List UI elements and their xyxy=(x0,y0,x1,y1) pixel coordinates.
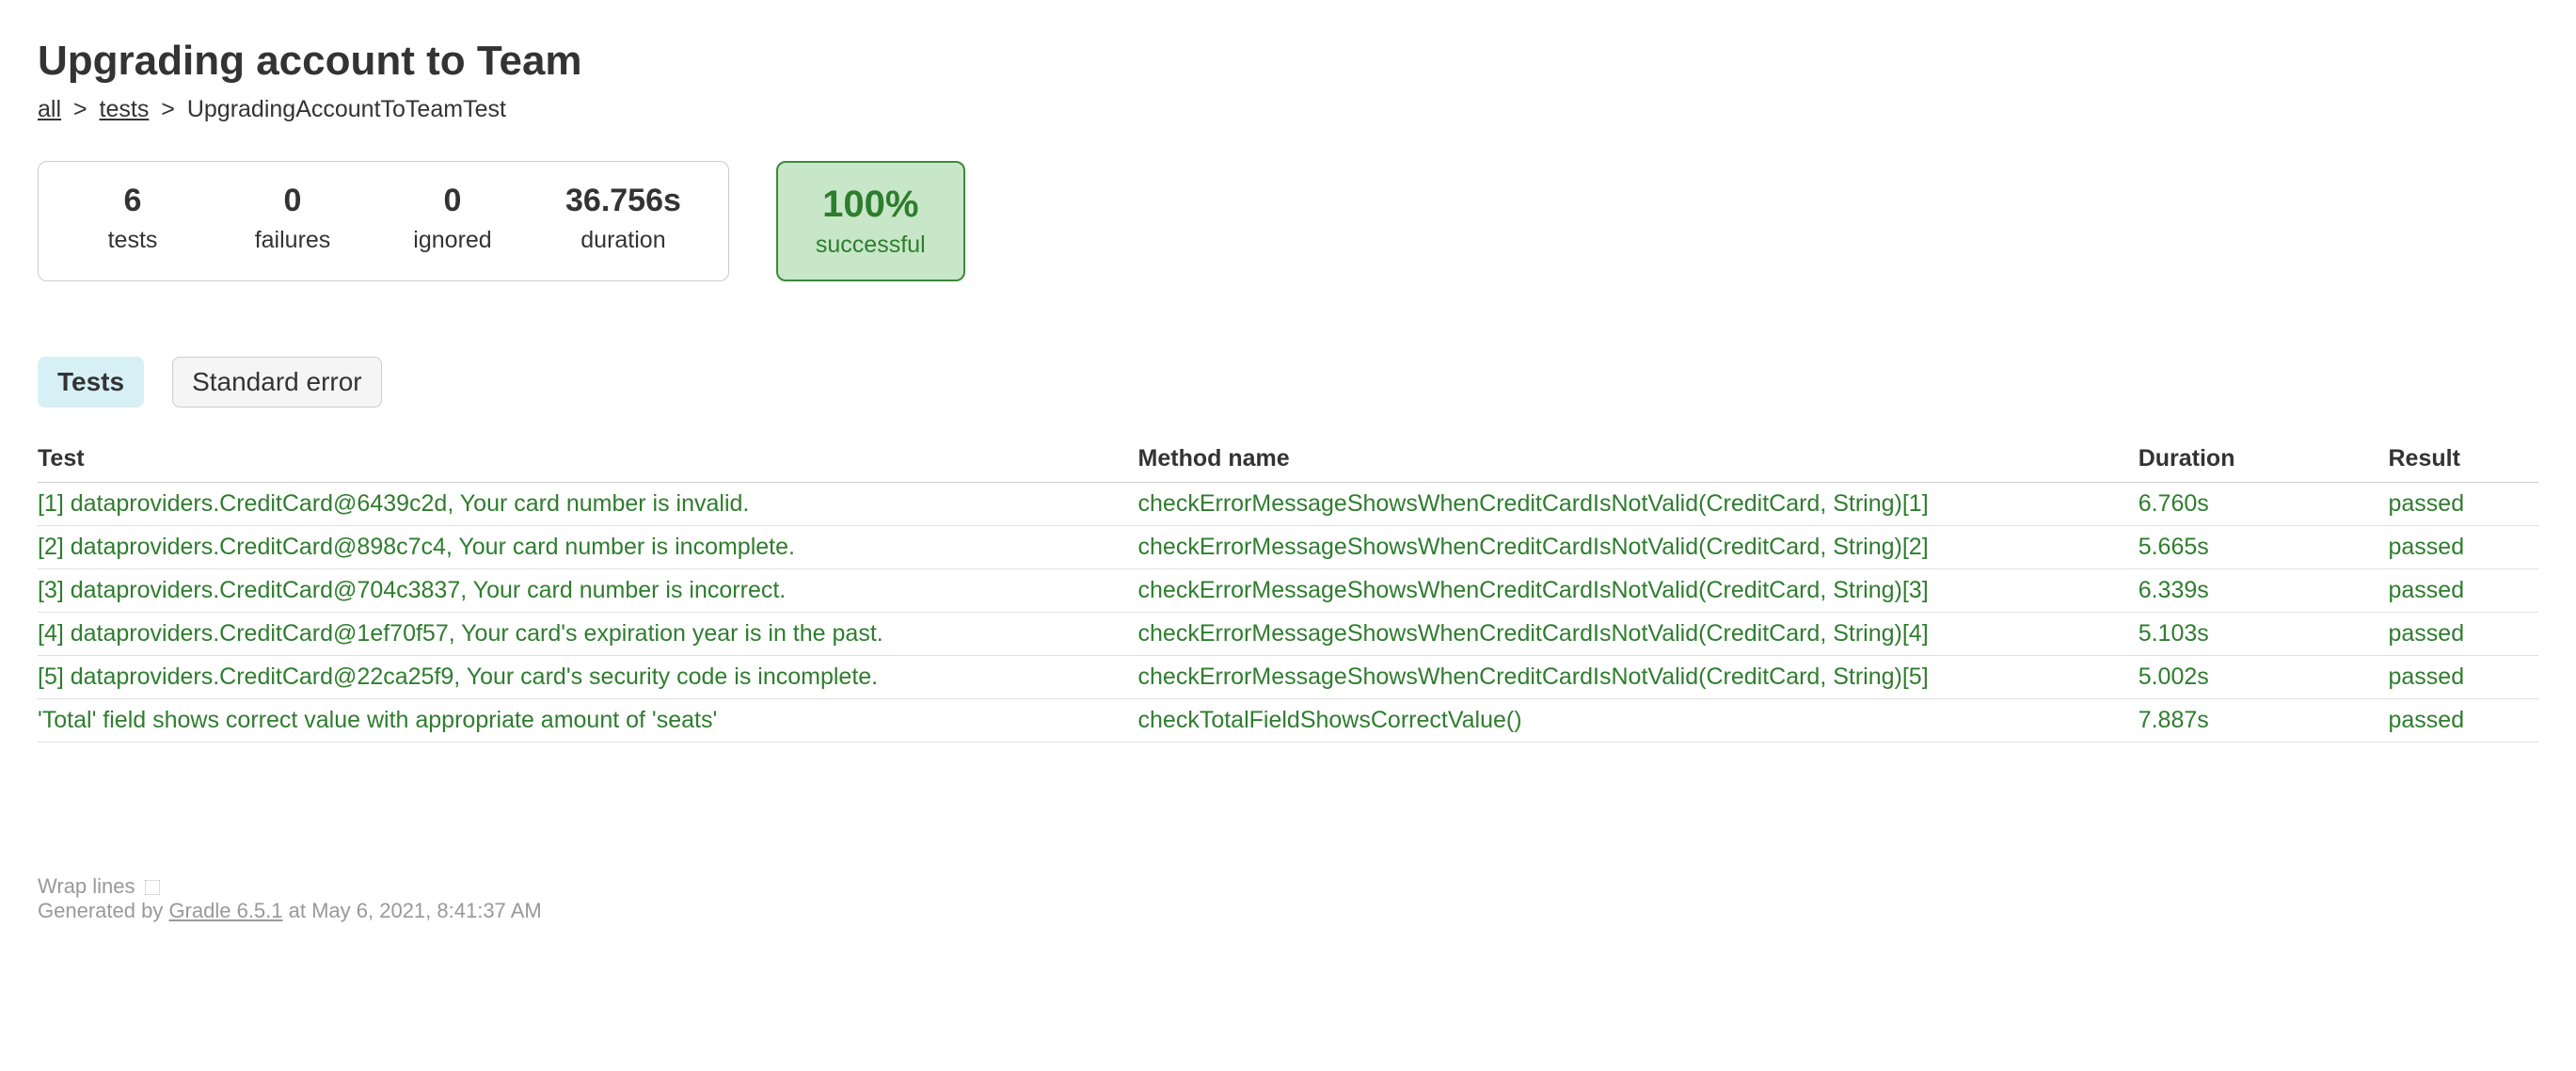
stat-ignored: 0 ignored xyxy=(405,183,500,260)
stat-duration-label: duration xyxy=(565,227,681,254)
table-row: 'Total' field shows correct value with a… xyxy=(38,699,2538,743)
stat-failures: 0 failures xyxy=(246,183,340,260)
stat-tests-label: tests xyxy=(86,227,180,254)
success-box: 100% successful xyxy=(776,161,965,281)
success-label: successful xyxy=(816,232,926,259)
table-row: [4] dataproviders.CreditCard@1ef70f57, Y… xyxy=(38,613,2538,656)
test-duration: 5.665s xyxy=(2139,526,2389,569)
stat-duration: 36.756s duration xyxy=(565,183,681,260)
gradle-link[interactable]: Gradle 6.5.1 xyxy=(168,899,282,922)
footer: Wrap lines Generated by Gradle 6.5.1 at … xyxy=(38,874,2538,923)
test-duration: 6.760s xyxy=(2139,483,2389,526)
test-result: passed xyxy=(2389,699,2539,743)
test-result: passed xyxy=(2389,526,2539,569)
page-title: Upgrading account to Team xyxy=(38,38,2538,85)
method-name[interactable]: checkTotalFieldShowsCorrectValue() xyxy=(1138,699,2139,743)
success-percent: 100% xyxy=(816,184,926,226)
tab-standard-error[interactable]: Standard error xyxy=(172,357,382,408)
table-header-result: Result xyxy=(2389,436,2539,483)
breadcrumb: all > tests > UpgradingAccountToTeamTest xyxy=(38,96,2538,123)
test-name[interactable]: 'Total' field shows correct value with a… xyxy=(38,699,1138,743)
test-name[interactable]: [1] dataproviders.CreditCard@6439c2d, Yo… xyxy=(38,483,1138,526)
method-name[interactable]: checkErrorMessageShowsWhenCreditCardIsNo… xyxy=(1138,613,2139,656)
test-duration: 5.002s xyxy=(2139,656,2389,699)
stat-tests: 6 tests xyxy=(86,183,180,260)
test-name[interactable]: [2] dataproviders.CreditCard@898c7c4, Yo… xyxy=(38,526,1138,569)
stat-ignored-value: 0 xyxy=(405,183,500,219)
breadcrumb-separator: > xyxy=(161,96,175,122)
stat-failures-value: 0 xyxy=(246,183,340,219)
test-duration: 7.887s xyxy=(2139,699,2389,743)
method-name[interactable]: checkErrorMessageShowsWhenCreditCardIsNo… xyxy=(1138,656,2139,699)
test-result: passed xyxy=(2389,569,2539,613)
tab-tests[interactable]: Tests xyxy=(38,357,144,408)
stats-box: 6 tests 0 failures 0 ignored 36.756s dur… xyxy=(38,161,729,281)
table-header-method: Method name xyxy=(1138,436,2139,483)
test-duration: 5.103s xyxy=(2139,613,2389,656)
table-header-test: Test xyxy=(38,436,1138,483)
breadcrumb-separator: > xyxy=(73,96,87,122)
test-result: passed xyxy=(2389,483,2539,526)
table-header-duration: Duration xyxy=(2139,436,2389,483)
method-name[interactable]: checkErrorMessageShowsWhenCreditCardIsNo… xyxy=(1138,569,2139,613)
stat-tests-value: 6 xyxy=(86,183,180,219)
table-row: [3] dataproviders.CreditCard@704c3837, Y… xyxy=(38,569,2538,613)
test-name[interactable]: [4] dataproviders.CreditCard@1ef70f57, Y… xyxy=(38,613,1138,656)
wrap-lines-checkbox[interactable] xyxy=(145,880,160,895)
tabs: Tests Standard error xyxy=(38,357,2538,408)
breadcrumb-current: UpgradingAccountToTeamTest xyxy=(187,96,506,122)
summary-row: 6 tests 0 failures 0 ignored 36.756s dur… xyxy=(38,161,2538,281)
method-name[interactable]: checkErrorMessageShowsWhenCreditCardIsNo… xyxy=(1138,526,2139,569)
test-result: passed xyxy=(2389,613,2539,656)
tests-table: Test Method name Duration Result [1] dat… xyxy=(38,436,2538,743)
generated-suffix: at May 6, 2021, 8:41:37 AM xyxy=(283,899,542,922)
test-result: passed xyxy=(2389,656,2539,699)
test-name[interactable]: [3] dataproviders.CreditCard@704c3837, Y… xyxy=(38,569,1138,613)
stat-ignored-label: ignored xyxy=(405,227,500,254)
generated-prefix: Generated by xyxy=(38,899,168,922)
stat-failures-label: failures xyxy=(246,227,340,254)
breadcrumb-tests[interactable]: tests xyxy=(100,96,150,122)
test-duration: 6.339s xyxy=(2139,569,2389,613)
wrap-lines-label: Wrap lines xyxy=(38,874,135,898)
wrap-lines-control: Wrap lines xyxy=(38,874,2538,899)
test-name[interactable]: [5] dataproviders.CreditCard@22ca25f9, Y… xyxy=(38,656,1138,699)
generated-by: Generated by Gradle 6.5.1 at May 6, 2021… xyxy=(38,899,2538,923)
table-row: [1] dataproviders.CreditCard@6439c2d, Yo… xyxy=(38,483,2538,526)
stat-duration-value: 36.756s xyxy=(565,183,681,219)
table-row: [2] dataproviders.CreditCard@898c7c4, Yo… xyxy=(38,526,2538,569)
breadcrumb-all[interactable]: all xyxy=(38,96,61,122)
table-row: [5] dataproviders.CreditCard@22ca25f9, Y… xyxy=(38,656,2538,699)
method-name[interactable]: checkErrorMessageShowsWhenCreditCardIsNo… xyxy=(1138,483,2139,526)
